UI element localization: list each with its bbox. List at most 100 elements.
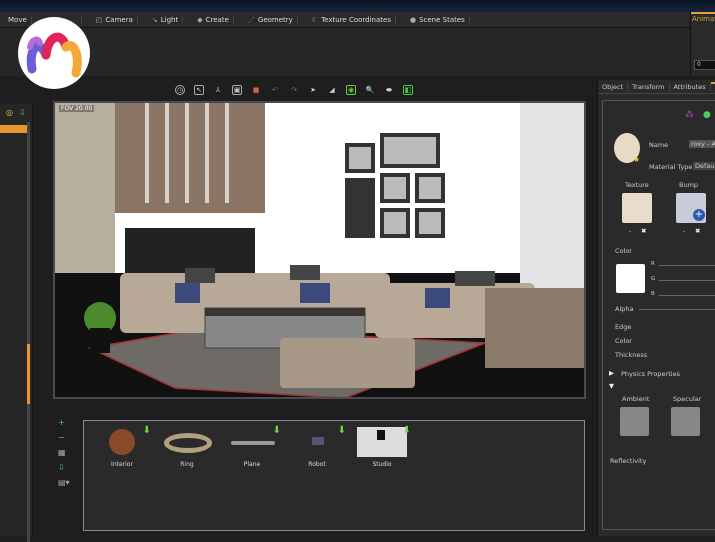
tab-attributes[interactable]: Attributes	[670, 82, 711, 91]
bump-label: Bump	[679, 181, 699, 189]
star-icon: ★	[633, 155, 641, 164]
menu-scene-states[interactable]: ● Scene States	[406, 15, 470, 24]
name-label: Name	[649, 141, 669, 149]
menu-label: Camera	[105, 15, 133, 24]
import-icon[interactable]: ⇩	[19, 108, 26, 117]
asset-thumbnail: ⬇	[292, 425, 346, 457]
b-label: B	[651, 291, 655, 297]
alpha-label: Alpha	[615, 305, 634, 313]
collapse-icon[interactable]: ▼	[609, 382, 614, 390]
asset-robot[interactable]: ⬇ Robot	[287, 425, 347, 468]
menu-geometry[interactable]: ⋰ Geometry	[244, 15, 298, 24]
asset-thumbnail: ⬇	[227, 425, 281, 457]
animation-panel: Animati 0	[690, 12, 715, 76]
add-icon[interactable]: +	[58, 418, 70, 427]
remove-icon[interactable]: −	[58, 433, 70, 442]
asset-plane[interactable]: ⬇ Plane	[222, 425, 282, 468]
color-section-label: Color	[615, 247, 632, 255]
tree-toolbar: ◎ ⇩	[6, 108, 26, 117]
asset-interior[interactable]: ⬇ Interior	[92, 425, 152, 468]
r-slider[interactable]	[659, 265, 715, 266]
asset-studio[interactable]: ⬇ Studio	[352, 425, 412, 468]
asset-name: Plane	[243, 461, 261, 468]
properties-tabs: Object Transform Attributes Ma	[598, 80, 715, 94]
b-slider[interactable]	[659, 295, 715, 296]
material-editor: ⁂ ● ★ Name roxy - Ar Material Type Defau…	[602, 100, 715, 530]
light-icon: ↘	[151, 15, 158, 24]
camera-icon: ◰	[95, 15, 103, 24]
render-icon[interactable]: ▣	[232, 85, 242, 95]
select-tool-icon[interactable]: ↖	[194, 85, 204, 95]
g-slider[interactable]	[659, 280, 715, 281]
menu-camera[interactable]: ◰ Camera	[92, 15, 138, 24]
clear-texture-icon[interactable]: ✖	[641, 227, 646, 235]
clear-bump-icon[interactable]: ✖	[695, 227, 700, 235]
redo-icon[interactable]: ↷	[289, 85, 299, 95]
ambient-swatch[interactable]	[620, 407, 649, 436]
asset-ring[interactable]: Ring	[157, 427, 217, 468]
screenshot-icon[interactable]: ◧	[403, 85, 413, 95]
scene-states-icon: ●	[409, 15, 417, 24]
texture-slot[interactable]	[622, 193, 652, 223]
globe-icon[interactable]: ●	[703, 110, 711, 120]
menu-label: Scene States	[419, 15, 465, 24]
asset-thumbnail: ⬇	[97, 425, 151, 457]
download-icon[interactable]: ⬇	[273, 425, 281, 436]
remove-texture-icon[interactable]: -	[629, 227, 631, 235]
menu-label: Geometry	[257, 15, 293, 24]
download-icon[interactable]: ⬇	[338, 425, 346, 436]
camera-view-icon[interactable]: ◢	[327, 85, 337, 95]
ribbon	[0, 28, 690, 76]
menu-create[interactable]: ◆ Create	[193, 15, 234, 24]
alpha-slider[interactable]	[639, 309, 715, 310]
download-icon[interactable]: ⇩	[58, 463, 70, 472]
3d-viewport[interactable]: FOV 20.00	[53, 101, 586, 399]
tab-transform[interactable]: Transform	[628, 82, 670, 91]
tab-material[interactable]: Ma	[710, 81, 715, 92]
menu-texture-coordinates[interactable]: ☾ Texture Coordinates	[308, 15, 396, 24]
material-icon[interactable]: ■	[251, 85, 261, 95]
selected-tree-item[interactable]	[0, 125, 27, 133]
ground-plane-icon[interactable]: ⬬	[384, 85, 394, 95]
specular-swatch[interactable]	[671, 407, 700, 436]
grid-icon[interactable]: ▦	[58, 448, 70, 457]
orbit-icon[interactable]: ◷	[175, 85, 185, 95]
r-label: R	[651, 261, 655, 267]
g-label: G	[651, 276, 656, 282]
asset-name: Studio	[372, 461, 392, 468]
material-library-icon[interactable]: ⁂	[685, 110, 694, 120]
texture-coordinates-icon: ☾	[311, 15, 319, 24]
menu-light[interactable]: ↘ Light	[148, 15, 184, 24]
name-field[interactable]: roxy - Ar	[689, 140, 715, 148]
brand-logo	[18, 17, 90, 89]
title-bar	[0, 0, 715, 12]
download-icon[interactable]: ⬇	[143, 425, 151, 436]
add-icon[interactable]: +	[693, 209, 705, 221]
physics-properties-toggle[interactable]: Physics Properties	[621, 370, 680, 378]
tab-object[interactable]: Object	[598, 82, 629, 91]
view-options-icon[interactable]: ▤▾	[58, 478, 70, 487]
remove-bump-icon[interactable]: -	[683, 227, 685, 235]
frame-field[interactable]: 0	[694, 60, 715, 70]
fit-view-icon[interactable]: ◉	[346, 85, 356, 95]
material-type-select[interactable]: Default	[693, 162, 715, 170]
library-toolbar: + − ▦ ⇩ ▤▾	[58, 418, 70, 487]
undo-icon[interactable]: ↶	[270, 85, 280, 95]
pointer-icon[interactable]: ➤	[308, 85, 318, 95]
animation-tab[interactable]: Animati	[691, 12, 715, 24]
asset-thumbnail: ⬇	[357, 425, 411, 457]
measure-icon[interactable]: ⅄	[213, 85, 223, 95]
fov-readout: FOV 20.00	[59, 105, 95, 112]
download-icon[interactable]: ⬇	[403, 425, 411, 436]
refresh-icon[interactable]: ◎	[6, 108, 13, 117]
expand-icon[interactable]: ▶	[609, 369, 614, 377]
viewport-toolbar: ◷ ↖ ⅄ ▣ ■ ↶ ↷ ➤ ◢ ◉ 🔍 ⬬ ◧	[175, 85, 413, 95]
menu-label: Light	[160, 15, 179, 24]
reflectivity-label: Reflectivity	[610, 457, 647, 465]
thickness-label: Thickness	[615, 351, 648, 359]
zoom-icon[interactable]: 🔍	[365, 85, 375, 95]
scrollbar[interactable]	[27, 122, 30, 542]
color-swatch[interactable]	[616, 264, 645, 293]
scrollbar-thumb[interactable]	[27, 344, 30, 404]
ambient-label: Ambient	[622, 395, 650, 403]
